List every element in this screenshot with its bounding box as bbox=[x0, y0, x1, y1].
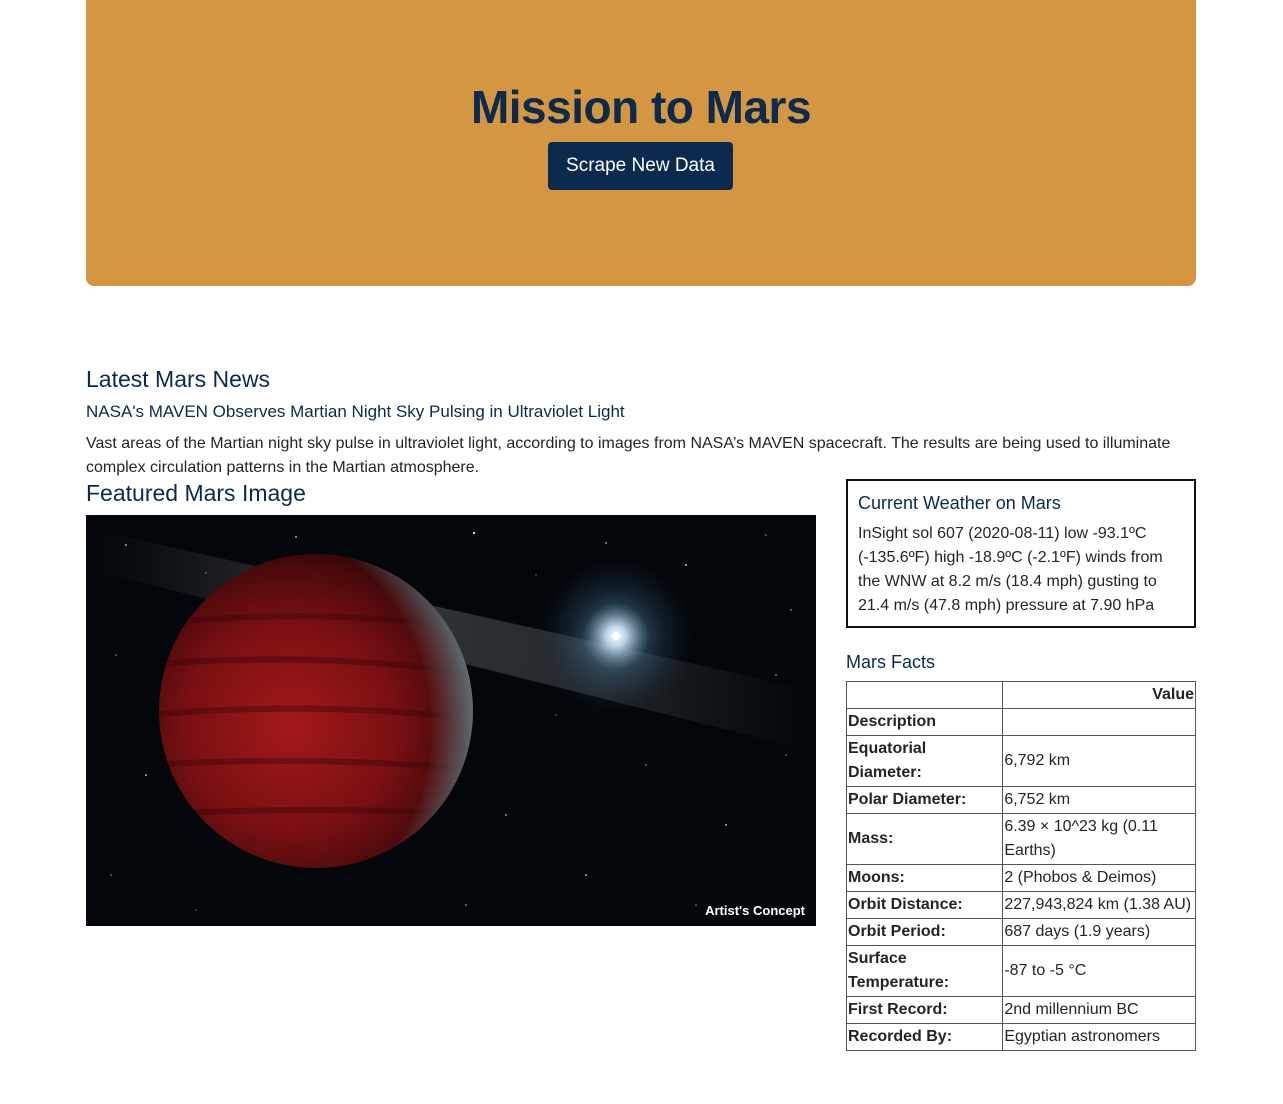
news-article-teaser: Vast areas of the Martian night sky puls… bbox=[86, 435, 1171, 476]
table-row: Recorded By: Egyptian astronomers bbox=[845, 1023, 1196, 1051]
table-header-row: Description bbox=[845, 708, 1196, 736]
fact-value: 227,943,824 km (1.38 AU) bbox=[1002, 891, 1196, 919]
fact-label: Polar Diameter: bbox=[845, 786, 1004, 814]
fact-label: First Record: bbox=[845, 996, 1004, 1024]
fact-label: Equatorial Diameter: bbox=[845, 735, 1004, 787]
table-row: Orbit Distance: 227,943,824 km (1.38 AU) bbox=[845, 891, 1196, 919]
news-section-heading: Latest Mars News bbox=[86, 366, 271, 392]
fact-label: Recorded By: bbox=[845, 1023, 1004, 1051]
mars-facts-heading: Mars Facts bbox=[846, 652, 936, 672]
fact-value: 2nd millennium BC bbox=[1002, 996, 1196, 1024]
fact-value: 6.39 × 10^23 kg (0.11 Earths) bbox=[1002, 813, 1196, 865]
table-header-value: Value bbox=[1002, 681, 1196, 709]
jumbotron-header: Mission to Mars Scrape New Data bbox=[86, 0, 1196, 286]
table-row: Mass: 6.39 × 10^23 kg (0.11 Earths) bbox=[845, 813, 1196, 865]
table-header-empty bbox=[845, 681, 1004, 709]
fact-value: 6,792 km bbox=[1002, 735, 1196, 787]
fact-label: Orbit Period: bbox=[845, 918, 1004, 946]
fact-value: 687 days (1.9 years) bbox=[1002, 918, 1196, 946]
table-header-description: Description bbox=[845, 708, 1004, 736]
weather-heading: Current Weather on Mars bbox=[858, 493, 1061, 513]
fact-value: 6,752 km bbox=[1002, 786, 1196, 814]
fact-value: -87 to -5 °C bbox=[1002, 945, 1196, 997]
fact-label: Surface Temperature: bbox=[845, 945, 1004, 997]
featured-mars-image: Artist's Concept bbox=[86, 515, 816, 926]
table-row: Surface Temperature: -87 to -5 °C bbox=[845, 945, 1196, 997]
featured-image-heading: Featured Mars Image bbox=[86, 480, 306, 506]
table-row: Polar Diameter: 6,752 km bbox=[845, 786, 1196, 814]
fact-value: 2 (Phobos & Deimos) bbox=[1002, 864, 1196, 892]
table-header-empty bbox=[1002, 708, 1196, 736]
featured-image-caption: Artist's Concept bbox=[705, 903, 806, 918]
table-row: Orbit Period: 687 days (1.9 years) bbox=[845, 918, 1196, 946]
fact-label: Mass: bbox=[845, 813, 1004, 865]
scrape-new-data-button[interactable]: Scrape New Data bbox=[548, 142, 733, 190]
page-title: Mission to Mars bbox=[470, 81, 812, 133]
table-row: Equatorial Diameter: 6,792 km bbox=[845, 735, 1196, 787]
table-row: Moons: 2 (Phobos & Deimos) bbox=[845, 864, 1196, 892]
weather-card: Current Weather on Mars InSight sol 607 … bbox=[846, 479, 1196, 628]
fact-label: Moons: bbox=[845, 864, 1004, 892]
fact-label: Orbit Distance: bbox=[845, 891, 1004, 919]
table-row: First Record: 2nd millennium BC bbox=[845, 996, 1196, 1024]
fact-value: Egyptian astronomers bbox=[1002, 1023, 1196, 1051]
mars-facts-table: Value Description Equatorial Diameter: 6… bbox=[845, 681, 1196, 1051]
table-header-row: Value bbox=[845, 681, 1196, 709]
news-article-title-link[interactable]: NASA's MAVEN Observes Martian Night Sky … bbox=[86, 402, 625, 422]
weather-report: InSight sol 607 (2020-08-11) low -93.1ºC… bbox=[858, 525, 1163, 614]
